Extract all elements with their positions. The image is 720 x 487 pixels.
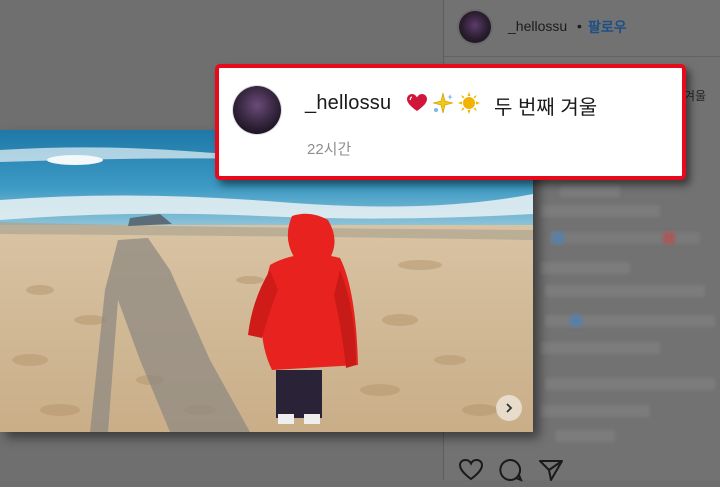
caption-text: 두 번째 겨울 xyxy=(494,97,598,119)
caption-highlight: _hellossu 두 번째 겨울 22시간 xyxy=(215,64,686,180)
heart-icon[interactable] xyxy=(458,458,484,482)
follow-button[interactable]: 팔로우 xyxy=(588,17,627,37)
share-icon[interactable] xyxy=(538,458,564,482)
header-separator: • xyxy=(577,18,582,34)
comment-snippet: 겨울 xyxy=(684,89,707,103)
sun-icon xyxy=(458,92,480,119)
caption-avatar[interactable] xyxy=(233,86,281,134)
comment-icon[interactable] xyxy=(498,458,524,482)
heart-icon xyxy=(406,93,428,118)
sparkles-icon xyxy=(432,92,454,119)
caption-timestamp[interactable]: 22시간 xyxy=(307,138,351,159)
post-actions xyxy=(458,458,564,482)
header-avatar[interactable] xyxy=(459,11,491,43)
caption-username[interactable]: _hellossu xyxy=(305,92,391,115)
chevron-right-icon xyxy=(506,403,513,413)
caption-emojis xyxy=(406,92,480,119)
next-photo-button[interactable] xyxy=(496,395,522,421)
header-username[interactable]: _hellossu xyxy=(508,18,567,34)
